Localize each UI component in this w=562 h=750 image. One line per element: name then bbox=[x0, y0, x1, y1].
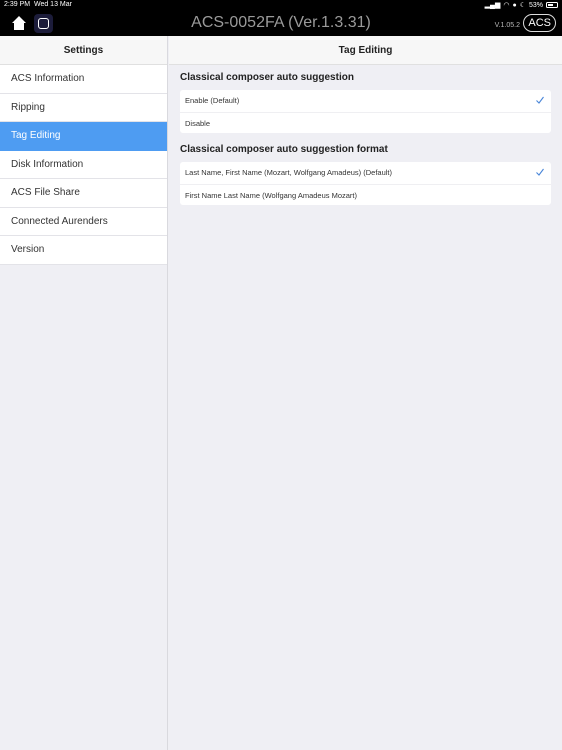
sidebar-title: Settings bbox=[0, 36, 167, 65]
app-version: V.1.05.2 bbox=[494, 22, 520, 29]
panel-title: Tag Editing bbox=[169, 36, 562, 65]
status-date: Wed 13 Mar bbox=[33, 1, 72, 8]
auto-suggestion-options: Enable (Default) Disable bbox=[180, 90, 551, 133]
section-title-suggestion-format: Classical composer auto suggestion forma… bbox=[180, 144, 388, 155]
alarm-icon: ● bbox=[512, 1, 517, 9]
settings-sidebar: Settings ACS Information Ripping Tag Edi… bbox=[0, 36, 168, 750]
suggestion-format-options: Last Name, First Name (Mozart, Wolfgang … bbox=[180, 162, 551, 205]
option-label: Enable (Default) bbox=[185, 96, 240, 105]
top-bar: ACS-0052FA (Ver.1.3.31) V.1.05.2 ACS bbox=[0, 11, 562, 36]
sidebar-item-version[interactable]: Version bbox=[0, 236, 167, 265]
sidebar-item-connected-aurenders[interactable]: Connected Aurenders bbox=[0, 207, 167, 236]
sidebar-item-disk-information[interactable]: Disk Information bbox=[0, 150, 167, 179]
checkmark-icon bbox=[536, 168, 544, 176]
option-label: Last Name, First Name (Mozart, Wolfgang … bbox=[185, 168, 393, 177]
battery-icon bbox=[546, 2, 558, 8]
sidebar-item-acs-file-share[interactable]: ACS File Share bbox=[0, 179, 167, 208]
battery-percent: 53% bbox=[528, 1, 543, 9]
option-label: First Name Last Name (Wolfgang Amadeus M… bbox=[185, 190, 358, 200]
sidebar-item-ripping[interactable]: Ripping bbox=[0, 93, 167, 122]
sidebar-item-acs-information[interactable]: ACS Information bbox=[0, 65, 167, 94]
tag-editing-panel: Tag Editing Classical composer auto sugg… bbox=[169, 36, 562, 750]
wifi-icon: ◠ bbox=[503, 2, 510, 9]
option-first-last[interactable]: First Name Last Name (Wolfgang Amadeus M… bbox=[180, 183, 551, 206]
sidebar-item-tag-editing[interactable]: Tag Editing bbox=[0, 122, 167, 151]
acs-button[interactable]: ACS bbox=[523, 14, 556, 32]
status-bar: 2:39 PM Wed 13 Mar ▂▄▆ ◠ ● ☾ 53% bbox=[0, 0, 562, 11]
checkmark-icon bbox=[536, 96, 544, 104]
device-title: ACS-0052FA (Ver.1.3.31) bbox=[191, 14, 371, 31]
option-label: Disable bbox=[185, 118, 211, 128]
status-time-date: 2:39 PM Wed 13 Mar bbox=[4, 1, 72, 8]
status-icons: ▂▄▆ ◠ ● ☾ 53% bbox=[485, 1, 558, 9]
option-enable[interactable]: Enable (Default) bbox=[180, 90, 551, 112]
status-time: 2:39 PM bbox=[4, 1, 31, 8]
option-disable[interactable]: Disable bbox=[180, 111, 551, 134]
moon-icon: ☾ bbox=[519, 2, 526, 9]
option-last-first[interactable]: Last Name, First Name (Mozart, Wolfgang … bbox=[180, 162, 551, 184]
signal-icon: ▂▄▆ bbox=[484, 2, 501, 9]
section-title-auto-suggestion: Classical composer auto suggestion bbox=[180, 72, 354, 83]
